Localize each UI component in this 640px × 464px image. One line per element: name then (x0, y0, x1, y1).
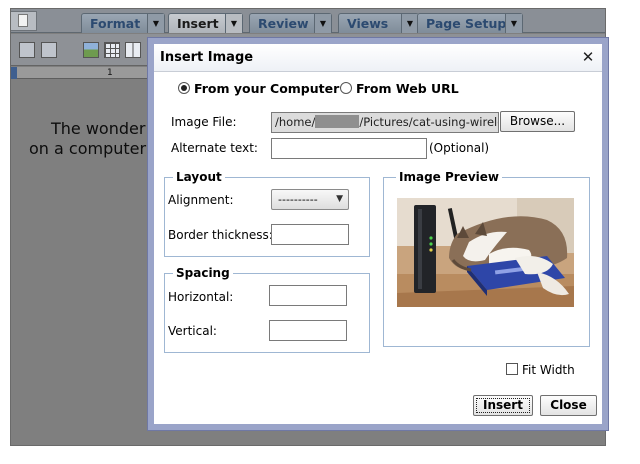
tab-format[interactable]: Format ▼ (81, 13, 165, 33)
image-file-field[interactable]: /home//Pictures/cat-using-wirele (271, 112, 499, 133)
tab-label: Insert (177, 16, 219, 31)
ruler-indent-marker[interactable] (11, 67, 17, 79)
tab-review[interactable]: Review ▼ (249, 13, 332, 33)
radio-label: From Web URL (356, 81, 459, 96)
chevron-down-icon: ▼ (336, 194, 343, 204)
radio-label: From your Computer (194, 81, 340, 96)
tab-label: Views (347, 16, 389, 31)
image-preview-legend: Image Preview (396, 170, 502, 184)
alignment-label: Alignment: (168, 193, 234, 207)
dialog-title-bar[interactable]: Insert Image ✕ (154, 44, 602, 72)
paste-icon[interactable] (41, 42, 57, 58)
copy-icon[interactable] (19, 42, 35, 58)
close-icon[interactable]: ✕ (580, 48, 596, 66)
dialog-title: Insert Image (160, 50, 254, 65)
radio-button[interactable] (340, 82, 352, 94)
horizontal-label: Horizontal: (168, 290, 234, 304)
chevron-down-icon[interactable]: ▼ (225, 14, 242, 33)
layout-legend: Layout (173, 170, 225, 184)
close-button[interactable]: Close (540, 395, 597, 416)
columns-icon[interactable] (125, 42, 141, 58)
tab-insert[interactable]: Insert ▼ (168, 13, 243, 33)
document-icon[interactable] (11, 11, 37, 31)
border-thickness-label: Border thickness: (168, 228, 273, 242)
tab-views[interactable]: Views ▼ (338, 13, 419, 33)
document-text-line: The wonder (51, 119, 146, 138)
cat-preview-image (397, 198, 574, 307)
spacing-legend: Spacing (173, 266, 233, 280)
alternate-text-label: Alternate text: (171, 141, 258, 155)
alignment-select[interactable]: ---------- ▼ (271, 189, 349, 210)
tab-page-setup[interactable]: Page Setup ▼ (417, 13, 523, 33)
spacing-group: Spacing Horizontal: Vertical: (164, 266, 370, 353)
horizontal-spacing-field[interactable] (269, 285, 347, 306)
tab-label: Review (258, 16, 309, 31)
insert-image-dialog: Insert Image ✕ From your Computer From W… (148, 38, 608, 430)
insert-table-icon[interactable] (104, 42, 120, 58)
browse-button[interactable]: Browse... (500, 111, 575, 132)
vertical-label: Vertical: (168, 324, 217, 338)
radio-from-computer[interactable]: From your Computer (178, 80, 339, 98)
ruler-number: 1 (107, 68, 113, 78)
fit-width-checkbox[interactable] (506, 363, 518, 375)
chevron-down-icon[interactable]: ▼ (314, 14, 331, 33)
layout-group: Layout Alignment: ---------- ▼ Border th… (164, 170, 370, 257)
insert-image-icon[interactable] (83, 42, 99, 58)
document-text-line: on a computer (29, 139, 147, 158)
chevron-down-icon[interactable]: ▼ (401, 14, 418, 33)
insert-button[interactable]: Insert (473, 395, 533, 416)
alternate-text-field[interactable] (271, 138, 427, 159)
image-preview-group: Image Preview (383, 170, 590, 347)
vertical-spacing-field[interactable] (269, 320, 347, 341)
image-file-label: Image File: (171, 115, 237, 129)
radio-from-web-url[interactable]: From Web URL (340, 80, 459, 98)
tab-label: Page Setup (426, 16, 507, 31)
chevron-down-icon[interactable]: ▼ (147, 14, 164, 33)
tab-label: Format (90, 16, 141, 31)
ribbon-tab-bar: Format ▼ Insert ▼ Review ▼ Views ▼ Page … (11, 9, 605, 33)
redacted-segment (315, 115, 360, 128)
border-thickness-field[interactable] (271, 224, 349, 245)
chevron-down-icon[interactable]: ▼ (505, 14, 522, 33)
radio-button[interactable] (178, 82, 190, 94)
optional-hint: (Optional) (429, 141, 490, 155)
fit-width-label: Fit Width (522, 363, 575, 377)
